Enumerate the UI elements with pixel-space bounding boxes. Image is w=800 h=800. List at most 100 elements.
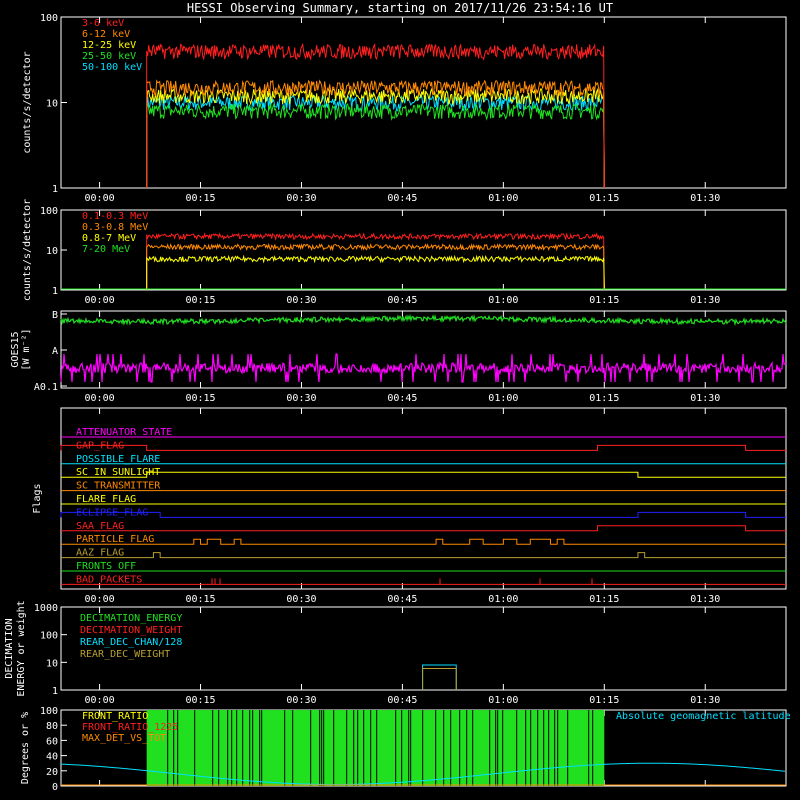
x-tick-label: 00:15	[185, 594, 215, 605]
series-line	[60, 353, 787, 383]
x-tick-label: 01:00	[488, 193, 518, 204]
series-line	[146, 232, 605, 291]
x-tick-label: 01:30	[690, 295, 720, 306]
y-tick-label: 40	[46, 752, 58, 763]
x-tick-label: 00:45	[387, 393, 417, 404]
flag-line	[61, 471, 786, 478]
x-tick-label: 01:15	[589, 594, 619, 605]
y-tick-label: 1	[52, 686, 58, 697]
y-tick-label: 60	[46, 736, 58, 747]
flag-label: SAA_FLAG	[76, 521, 124, 532]
y-axis-label: counts/s/detector	[22, 51, 33, 153]
flag-line	[61, 525, 786, 532]
legend-entry: 7-20 MeV	[82, 244, 130, 255]
legend-entry: 6-12 keV	[82, 29, 130, 40]
series-line	[60, 313, 787, 327]
x-tick-label: 00:45	[387, 295, 417, 306]
y-tick-label: B	[52, 310, 58, 321]
flag-line	[61, 538, 786, 545]
y-tick-label: 100	[40, 631, 58, 642]
legend-entry: 0.1-0.3 MeV	[82, 211, 148, 222]
x-tick-label: 01:00	[488, 594, 518, 605]
x-tick-label: 01:30	[690, 695, 720, 706]
legend-entry: REAR_DEC_CHAN/128	[80, 637, 182, 648]
x-tick-label: 00:45	[387, 193, 417, 204]
y-tick-label: 100	[40, 706, 58, 717]
flag-line	[60, 444, 786, 451]
y-tick-label: 0	[52, 782, 58, 793]
x-tick-label: 01:00	[488, 295, 518, 306]
x-tick-label: 01:30	[690, 393, 720, 404]
legend-entry: MAX_DET_VS_TOT	[82, 733, 166, 744]
legend-entry: 3-6 keV	[82, 18, 124, 29]
x-tick-label: 00:30	[286, 193, 316, 204]
y-tick-label: 1	[52, 184, 58, 195]
x-tick-label: 00:00	[85, 695, 115, 706]
flag-label: PARTICLE_FLAG	[76, 534, 154, 545]
series-line	[146, 102, 605, 189]
y-tick-label: 20	[46, 767, 58, 778]
y-axis-unit: [W m⁻²]	[21, 328, 32, 370]
y-axis-label: Degrees or %	[20, 712, 31, 784]
x-tick-label: 00:30	[286, 594, 316, 605]
y-axis-label-2: ENERGY or weight	[16, 600, 27, 696]
y-tick-label: 10	[46, 658, 58, 669]
series-line	[422, 667, 457, 690]
x-tick-label: 01:15	[589, 193, 619, 204]
y-axis-label: DECIMATION	[4, 618, 15, 678]
legend-entry: 0.8-7 MeV	[82, 233, 136, 244]
y-axis-label: Flags	[32, 483, 43, 513]
legend-entry: 0.3-0.8 MeV	[82, 222, 148, 233]
x-tick-label: 00:00	[85, 193, 115, 204]
legend-entry: 25-50 keV	[82, 51, 136, 62]
legend-entry: FRONT_RATIO	[82, 711, 148, 722]
x-tick-label: 00:45	[387, 594, 417, 605]
legend-entry: 12-25 keV	[82, 40, 136, 51]
panel-frame-1	[60, 209, 787, 291]
legend-entry: Absolute geomagnetic latitude	[616, 711, 791, 722]
y-axis-label: GOES15	[10, 331, 21, 367]
series-line	[146, 242, 605, 291]
x-tick-label: 00:15	[185, 193, 215, 204]
x-tick-label: 00:15	[185, 295, 215, 306]
y-tick-label: A0.1	[34, 382, 58, 393]
x-tick-label: 00:30	[286, 295, 316, 306]
x-tick-label: 00:15	[185, 695, 215, 706]
x-tick-label: 01:30	[690, 594, 720, 605]
flag-label: SC_TRANSMITTER	[76, 481, 161, 492]
legend-entry: 50-100 keV	[82, 62, 142, 73]
y-tick-label: 10	[46, 99, 58, 110]
flag-line	[61, 552, 786, 559]
flag-label: POSSIBLE_FLARE	[76, 454, 160, 465]
flag-label: BAD_PACKETS	[76, 574, 142, 585]
x-tick-label: 00:30	[286, 393, 316, 404]
legend-entry: DECIMATION_ENERGY	[80, 613, 182, 624]
y-tick-label: A	[52, 346, 58, 357]
legend-entry: REAR_DEC_WEIGHT	[80, 649, 170, 660]
x-tick-label: 01:15	[589, 393, 619, 404]
x-tick-label: 01:15	[589, 295, 619, 306]
flag-line	[60, 511, 786, 518]
x-tick-label: 01:00	[488, 695, 518, 706]
observing-summary-chart: 00:00 00:15 00:30 00:45 01:00 01:15 01:3011010…	[4, 13, 791, 793]
y-tick-label: 80	[46, 721, 58, 732]
front-ratio-fill	[146, 710, 605, 786]
y-tick-label: 1	[52, 286, 58, 297]
x-tick-label: 00:30	[286, 695, 316, 706]
legend-entry: FRONT_RATIO_1225	[82, 722, 178, 733]
legend-entry: DECIMATION_WEIGHT	[80, 625, 182, 636]
flag-label: FRONTS_OFF	[76, 561, 136, 572]
series-line	[146, 254, 605, 291]
x-tick-label: 00:45	[387, 695, 417, 706]
y-tick-label: 1000	[34, 603, 58, 614]
x-tick-label: 00:15	[185, 393, 215, 404]
flag-label: FLARE_FLAG	[76, 494, 136, 505]
flag-label: AAZ_FLAG	[76, 548, 124, 559]
series-line	[146, 94, 605, 189]
x-tick-label: 01:30	[690, 193, 720, 204]
x-tick-label: 00:00	[85, 295, 115, 306]
y-tick-label: 100	[40, 206, 58, 217]
x-tick-label: 00:00	[85, 594, 115, 605]
x-tick-label: 01:15	[589, 695, 619, 706]
x-tick-label: 00:00	[85, 393, 115, 404]
